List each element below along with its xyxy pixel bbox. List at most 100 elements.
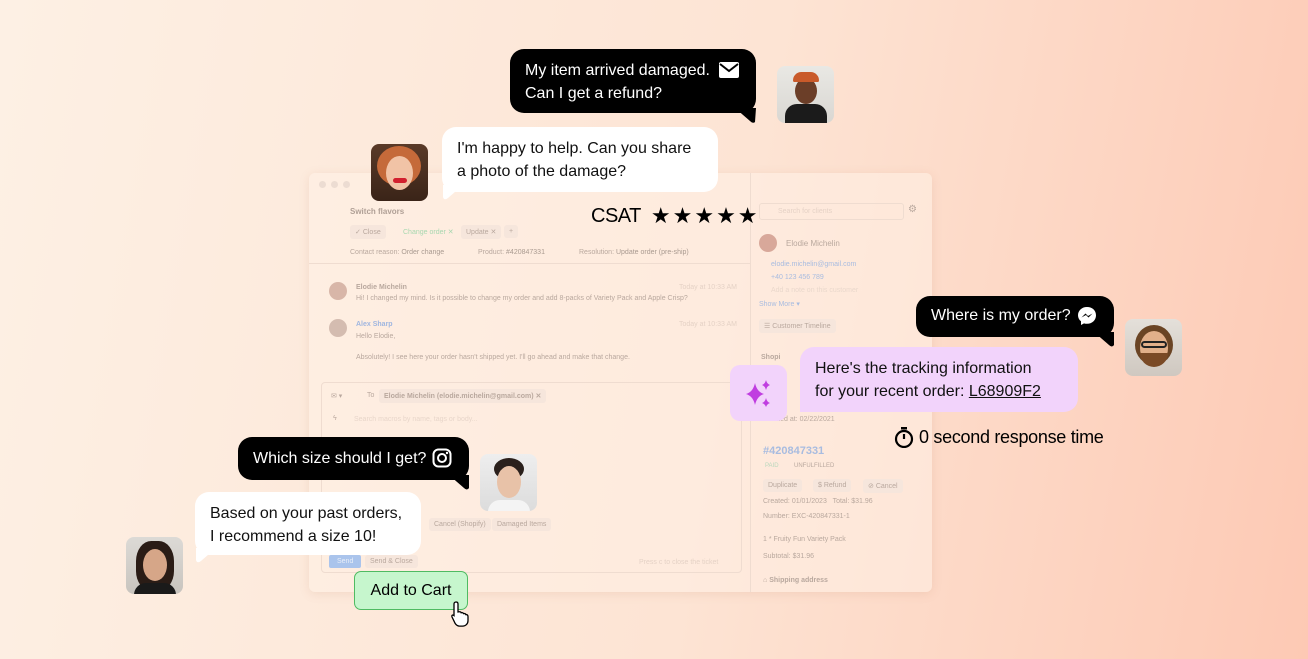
agent-avatar xyxy=(126,537,183,594)
ticket-title: Switch flavors xyxy=(350,207,405,216)
star-icon: ★ xyxy=(672,203,693,228)
messenger-icon xyxy=(1078,307,1096,325)
macro-chip[interactable]: Damaged Items xyxy=(492,518,552,531)
to-label: To xyxy=(367,392,375,399)
customer-note-input[interactable]: Add a note on this customer xyxy=(771,287,858,294)
message-time: Today at 10:33 AM xyxy=(679,321,737,328)
sparkle-icon xyxy=(746,380,770,407)
customer-avatar xyxy=(777,66,834,123)
add-to-cart-label: Add to Cart xyxy=(370,581,452,599)
bubble-tail xyxy=(1094,332,1114,347)
value: $31.96 xyxy=(792,553,815,560)
label: Shipping address xyxy=(769,577,828,584)
csat-rating: CSAT ★ ★ ★ ★ ★ xyxy=(591,203,758,229)
line-item: 1 * Fruity Fun Variety Pack xyxy=(763,536,846,543)
instagram-icon xyxy=(432,448,452,468)
bubble-tail xyxy=(196,548,216,563)
close-button[interactable]: ✓ Close xyxy=(350,225,386,239)
tag-change-order[interactable]: Change order ✕ xyxy=(403,228,454,236)
bubble-tail xyxy=(735,108,756,123)
label: Total: xyxy=(832,498,850,505)
tracking-bubble: Here's the tracking information for your… xyxy=(800,347,1078,412)
customer-phone[interactable]: +40 123 456 789 xyxy=(771,274,824,281)
macro-search-input[interactable]: Search macros by name, tags or body... xyxy=(354,416,478,423)
star-icon: ★ xyxy=(737,203,758,228)
bubble-line: Here's the tracking information xyxy=(815,360,1032,377)
cancel-button[interactable]: ⊘ Cancel xyxy=(863,479,903,493)
message-body: Absolutely! I see here your order hasn't… xyxy=(356,354,630,361)
bubble-tail xyxy=(449,475,469,490)
show-more-label: Show More xyxy=(759,301,795,308)
subtotal: Subtotal: $31.96 xyxy=(763,553,814,560)
lightning-icon: ϟ xyxy=(333,415,337,422)
send-button[interactable]: Send xyxy=(329,555,362,568)
show-more-link[interactable]: Show More ▾ xyxy=(759,300,800,308)
shopify-header: Shopi xyxy=(761,354,781,361)
bubble-line: Where is my order? xyxy=(931,307,1071,324)
value: 02/22/2021 xyxy=(799,416,835,423)
message-author: Alex Sharp xyxy=(356,321,393,328)
response-time: 0 second response time xyxy=(894,426,1104,448)
customer-name: Elodie Michelin xyxy=(786,239,840,248)
window-dot xyxy=(319,181,326,188)
message-body: Hello Elodie, xyxy=(356,333,396,340)
label: Number: xyxy=(763,513,790,520)
order-created: Created: 01/01/2023 Total: $31.96 xyxy=(763,498,873,505)
value: Update order (pre-ship) xyxy=(615,249,689,256)
order-id-link[interactable]: #420847331 xyxy=(763,445,824,457)
duplicate-button[interactable]: Duplicate xyxy=(763,479,803,492)
client-search-input[interactable]: Search for clients xyxy=(759,203,904,220)
value: Order change xyxy=(401,249,445,256)
tag-label: Change order xyxy=(403,229,446,236)
customer-avatar xyxy=(1125,319,1182,376)
value: #420847331 xyxy=(506,249,545,256)
window-dot xyxy=(331,181,338,188)
label: Resolution: xyxy=(579,249,615,256)
bubble-line: Based on your past orders, xyxy=(210,505,403,522)
label: Subtotal: xyxy=(763,553,791,560)
star-icon: ★ xyxy=(650,203,671,228)
tracking-code-link[interactable]: L68909F2 xyxy=(969,383,1041,400)
bubble-line: for your recent order: xyxy=(815,383,969,400)
timeline-label: Customer Timeline xyxy=(772,323,831,330)
shipping-address-section[interactable]: ⌂ Shipping address xyxy=(763,577,828,584)
label: Product: xyxy=(478,249,505,256)
bubble-line: Can I get a refund? xyxy=(525,85,662,102)
gear-icon[interactable]: ⚙ xyxy=(908,204,917,215)
divider xyxy=(309,263,750,264)
agent-avatar xyxy=(371,144,428,201)
label: Refund xyxy=(823,482,847,489)
size-bubble: Which size should I get? xyxy=(238,437,469,480)
stopwatch-icon xyxy=(894,427,914,448)
damaged-bubble: My item arrived damaged. Can I get a ref… xyxy=(510,49,756,113)
window-dot xyxy=(343,181,350,188)
customer-email[interactable]: elodie.michelin@gmail.com xyxy=(771,261,856,268)
bubble-line: Which size should I get? xyxy=(253,450,427,467)
tag-update[interactable]: Update ✕ xyxy=(461,225,502,239)
value: EXC-420847331-1 xyxy=(791,513,850,520)
value: $31.96 xyxy=(851,498,873,505)
contact-reason-field[interactable]: Contact reason: Order change xyxy=(350,249,444,256)
hand-cursor-icon xyxy=(451,601,469,627)
product-field[interactable]: Product: #420847331 xyxy=(478,249,545,256)
send-close-button[interactable]: Send & Close xyxy=(365,555,418,568)
recipient-chip[interactable]: Elodie Michelin (elodie.michelin@gmail.c… xyxy=(379,389,547,403)
bubble-line: I'm happy to help. Can you share xyxy=(457,140,692,157)
resolution-field[interactable]: Resolution: Update order (pre-ship) xyxy=(579,249,689,256)
bubble-line: My item arrived damaged. xyxy=(525,62,710,79)
bubble-tail xyxy=(443,185,463,200)
help-bubble: I'm happy to help. Can you share a photo… xyxy=(442,127,718,192)
refund-button[interactable]: $ Refund xyxy=(813,479,852,492)
label: Cancel xyxy=(875,483,898,490)
response-time-label: 0 second response time xyxy=(919,426,1104,447)
mail-icon xyxy=(719,62,739,78)
message-time: Today at 10:33 AM xyxy=(679,284,737,291)
mail-icon[interactable]: ✉ ▾ xyxy=(331,392,342,400)
avatar xyxy=(329,282,347,300)
ai-sparkle-badge xyxy=(730,365,787,421)
bubble-line: a photo of the damage? xyxy=(457,163,627,180)
add-tag-button[interactable]: + xyxy=(504,225,519,238)
macro-chip[interactable]: Cancel (Shopify) xyxy=(429,518,491,531)
avatar xyxy=(759,234,777,252)
customer-timeline-button[interactable]: ☰ Customer Timeline xyxy=(759,319,836,333)
